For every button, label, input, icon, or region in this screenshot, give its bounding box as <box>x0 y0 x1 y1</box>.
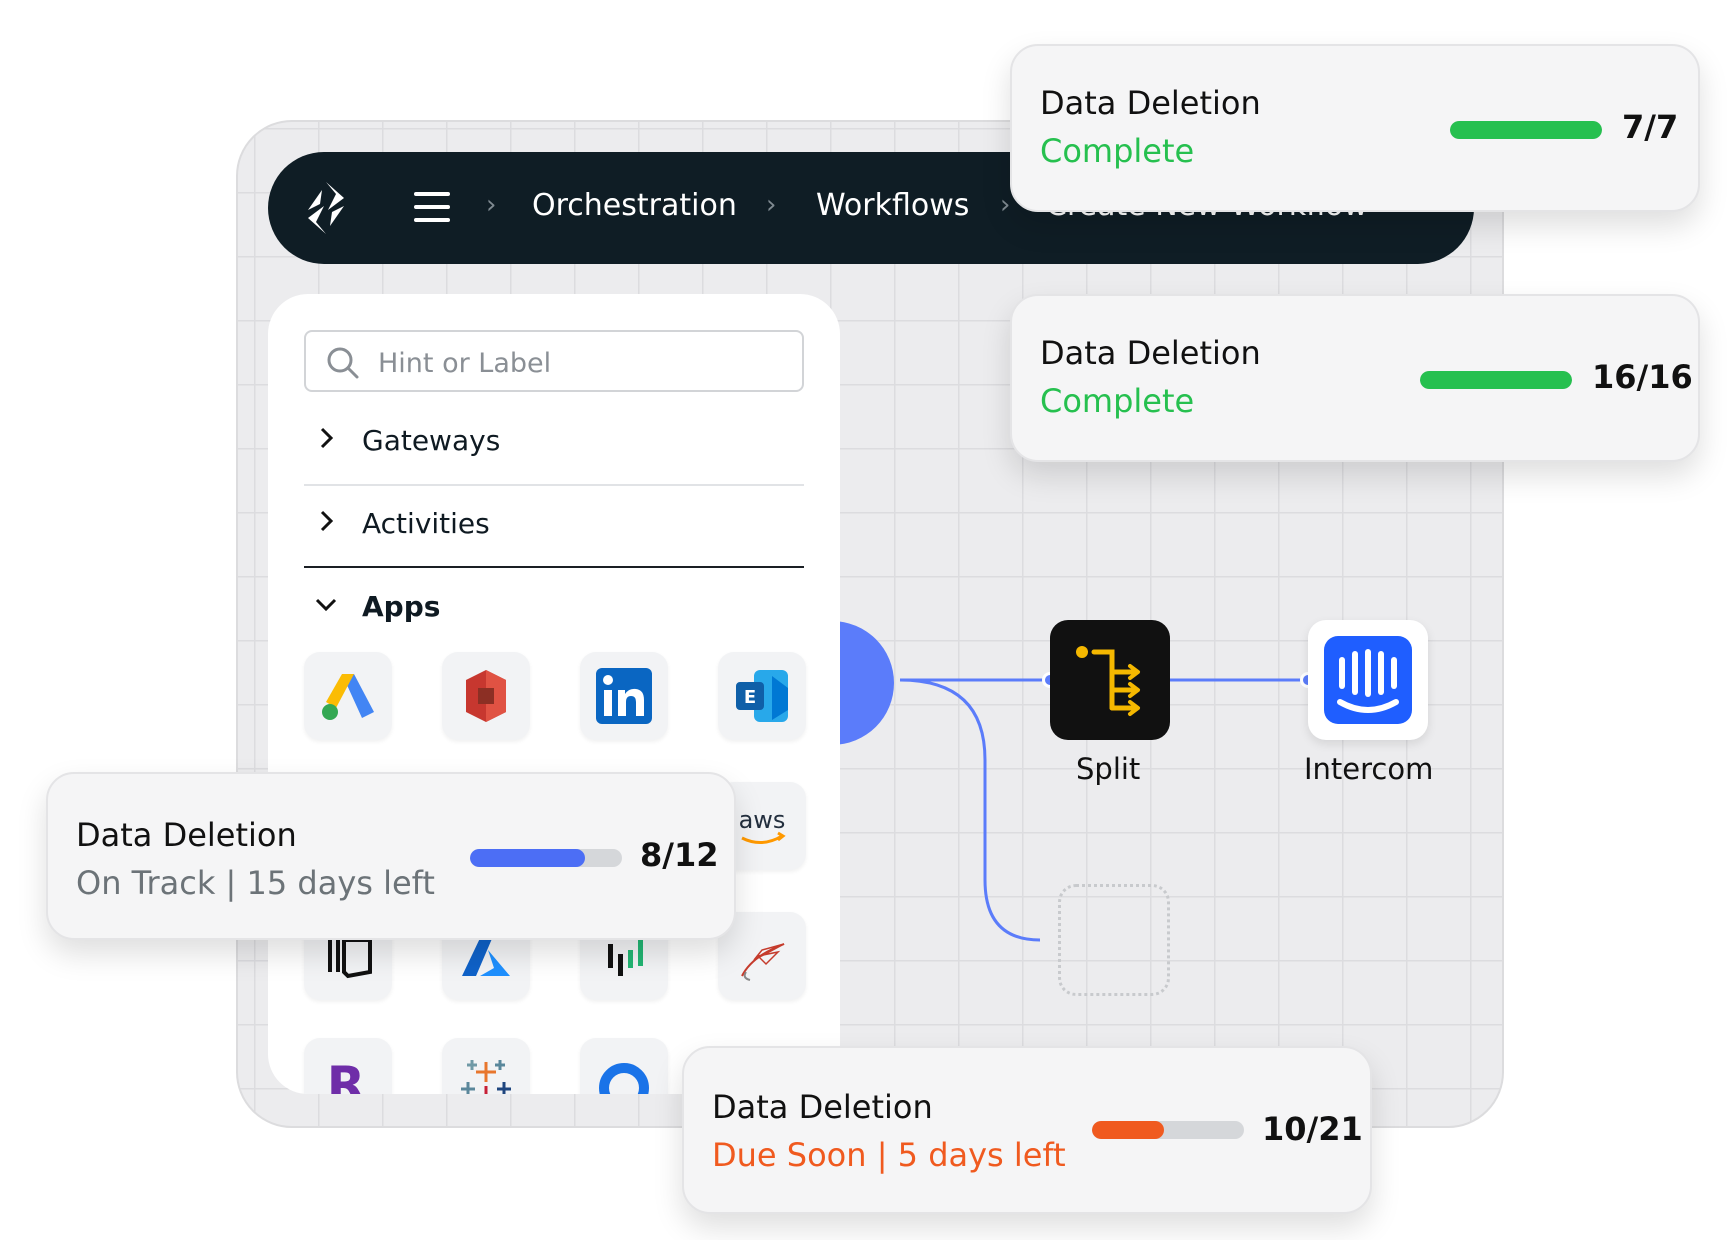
progress-bar <box>1092 1121 1244 1139</box>
card-status: Complete <box>1040 132 1195 170</box>
card-title: Data Deletion <box>1040 84 1261 122</box>
aws-logo-text: aws <box>739 806 786 834</box>
app-tile-google-ads[interactable] <box>304 652 392 740</box>
breadcrumb-orchestration[interactable]: Orchestration <box>532 188 737 223</box>
linkedin-icon <box>596 668 652 724</box>
chevron-right-icon: › <box>766 190 777 220</box>
sql-server-icon <box>741 943 785 981</box>
card-count: 16/16 <box>1592 358 1693 396</box>
progress-bar <box>1420 371 1572 389</box>
google-ads-icon <box>322 674 374 720</box>
category-label: Apps <box>362 590 441 623</box>
progress-card-1[interactable]: Data Deletion Complete 7/7 <box>1010 44 1700 212</box>
tableau-icon <box>461 1060 511 1094</box>
empty-node-placeholder[interactable] <box>1058 884 1170 996</box>
progress-card-3[interactable]: Data Deletion On Track | 15 days left 8/… <box>46 772 736 940</box>
category-gateways[interactable]: Gateways <box>304 402 804 482</box>
category-label: Activities <box>362 507 490 540</box>
hamburger-menu-icon[interactable] <box>414 192 450 222</box>
r-icon: R <box>327 1056 366 1094</box>
card-title: Data Deletion <box>1040 334 1261 372</box>
aws-icon: aws <box>739 806 786 844</box>
search-input[interactable] <box>376 340 780 386</box>
search-field[interactable] <box>304 330 804 392</box>
progress-fill <box>470 849 586 867</box>
category-label: Gateways <box>362 424 501 457</box>
app-tile-tableau[interactable] <box>442 1038 530 1094</box>
app-tile-linkedin[interactable] <box>580 652 668 740</box>
progress-bar <box>470 849 622 867</box>
card-title: Data Deletion <box>712 1088 933 1126</box>
card-status: On Track | 15 days left <box>76 864 435 902</box>
progress-fill <box>1092 1121 1165 1139</box>
card-count: 7/7 <box>1622 108 1679 146</box>
circle-app-icon <box>599 1063 649 1094</box>
progress-bar <box>1450 121 1602 139</box>
chevron-right-icon <box>320 427 334 449</box>
chevron-down-icon <box>315 598 337 612</box>
app-tile-exchange[interactable]: E <box>718 652 806 740</box>
svg-text:E: E <box>744 687 756 708</box>
chevron-right-icon: › <box>486 190 497 220</box>
split-node[interactable] <box>1050 620 1170 740</box>
card-count: 10/21 <box>1262 1110 1363 1148</box>
card-count: 8/12 <box>640 836 719 874</box>
split-node-label: Split <box>1076 752 1141 786</box>
progress-fill <box>1420 371 1572 389</box>
intercom-node-label: Intercom <box>1304 752 1434 786</box>
aws-s3-icon <box>466 670 506 722</box>
breadcrumb-workflows[interactable]: Workflows <box>816 188 969 223</box>
card-title: Data Deletion <box>76 816 297 854</box>
intercom-node[interactable] <box>1308 620 1428 740</box>
chevron-right-icon <box>320 510 334 532</box>
app-tile-circle-app[interactable] <box>580 1038 668 1094</box>
logo-icon[interactable] <box>298 180 354 236</box>
intercom-icon <box>1324 636 1412 724</box>
progress-card-2[interactable]: Data Deletion Complete 16/16 <box>1010 294 1700 462</box>
card-status: Complete <box>1040 382 1195 420</box>
app-tile-aws-s3[interactable] <box>442 652 530 740</box>
split-icon <box>1076 646 1140 716</box>
progress-card-4[interactable]: Data Deletion Due Soon | 5 days left 10/… <box>682 1046 1372 1214</box>
progress-fill <box>1450 121 1602 139</box>
exchange-icon: E <box>736 670 788 722</box>
chevron-right-icon: › <box>1000 190 1011 220</box>
category-activities[interactable]: Activities <box>304 485 804 565</box>
component-panel: Gateways Activities Apps <box>268 294 840 1094</box>
svg-text:R: R <box>327 1056 366 1094</box>
search-icon <box>327 347 359 379</box>
app-tile-r[interactable]: R <box>304 1038 392 1094</box>
category-apps[interactable]: Apps <box>304 568 804 648</box>
card-status: Due Soon | 5 days left <box>712 1136 1066 1174</box>
